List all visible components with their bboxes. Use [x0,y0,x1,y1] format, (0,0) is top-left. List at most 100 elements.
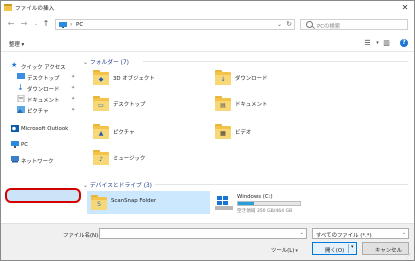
sidebar-item-downloads[interactable]: ↓ ダウンロード ✦ [1,83,81,94]
filename-dropdown-icon[interactable]: ⌄ [300,230,304,236]
pin-icon[interactable]: ✦ [71,74,75,80]
star-icon: ★ [11,61,18,69]
sidebar-item-label: PC [21,142,29,148]
drives-section-header[interactable]: ⌄ デバイスとドライブ (3) [83,180,152,189]
drive-label: Windows (C:) [237,194,273,200]
forward-arrow-icon[interactable]: → [19,19,29,29]
view-options-dropdown-icon[interactable]: ▾ [373,39,382,47]
title-bar: ファイルの挿入 ✕ [1,1,414,15]
filetype-value: すべてのファイル (*.*) [316,233,372,239]
drive-scansnap-folder[interactable]: S ScanSnap Folder [87,191,210,214]
document-icon [17,95,25,102]
pc-selection-highlight [5,188,81,203]
view-options-icon[interactable]: ☰ [363,39,372,47]
sidebar-item-label: デスクトップ [27,76,60,82]
scansnap-folder-icon: S [89,194,109,212]
drive-free-space: 空き領域 350 GB/464 GB [237,209,293,214]
resize-grip-icon[interactable]: ⋰ [407,253,412,259]
folder-label: ドキュメント [235,102,268,108]
pictures-folder-icon: ▲ [91,123,111,141]
pin-icon[interactable]: ✦ [71,96,75,102]
folder-label: ミュージック [113,156,146,162]
pin-icon[interactable]: ✦ [71,107,75,113]
folder-videos[interactable]: ▦ ビデオ [213,123,333,141]
outlook-icon [11,125,19,132]
folder-music[interactable]: ♪ ミュージック [91,149,211,167]
search-placeholder: PCの検索 [317,24,341,30]
pc-icon [59,22,67,28]
sidebar-item-label: ピクチャ [27,109,49,115]
sidebar-item-desktop[interactable]: デスクトップ ✦ [1,72,81,82]
breadcrumb-pc[interactable]: PC [76,22,83,28]
filename-input[interactable]: ⌄ [99,228,307,239]
desktop-icon [17,73,25,79]
close-icon[interactable]: ✕ [399,2,411,14]
tools-label: ツール(L) [271,248,295,254]
sidebar-item-pc[interactable]: PC [1,140,81,150]
organize-button[interactable]: 整理 ▾ [9,40,24,48]
tools-dropdown-icon: ▾ [295,248,298,254]
sidebar-item-label: クイック アクセス [21,65,66,71]
search-box[interactable]: PCの検索 [300,19,408,30]
folder-label: ピクチャ [113,130,135,136]
navigation-bar: ← → ⌄ ↑ › PC ⌄ ↻ PCの検索 [1,15,414,33]
navigation-pane: ★ クイック アクセス デスクトップ ✦ ↓ ダウンロード ✦ ドキュメント ✦… [1,51,81,221]
windows-drive-icon [215,196,233,210]
folders-section-header[interactable]: ⌄ フォルダー (7) [83,57,129,66]
cancel-button[interactable]: キャンセル [362,242,409,255]
folder-pictures[interactable]: ▲ ピクチャ [91,123,211,141]
refresh-icon[interactable]: ↻ [286,20,292,28]
window-title: ファイルの挿入 [15,6,55,12]
sidebar-item-network[interactable]: ネットワーク [1,155,81,165]
cancel-label: キャンセル [375,248,402,254]
3d-objects-icon: ◆ [91,69,111,87]
open-button[interactable]: 開く(O) ▾ [312,242,357,255]
folder-desktop[interactable]: ▭ デスクトップ [91,95,211,113]
folder-label: 3D オブジェクト [113,76,155,82]
collapse-chevron-icon[interactable]: ⌄ [83,60,88,66]
filetype-dropdown-icon[interactable]: ⌄ [402,230,406,236]
pin-icon[interactable]: ✦ [71,85,75,91]
collapse-chevron-icon[interactable]: ⌄ [83,183,88,189]
help-icon[interactable]: ? [400,39,408,47]
desktop-folder-icon: ▭ [91,95,111,113]
download-folder-icon: ↓ [213,69,233,87]
sidebar-item-label: ドキュメント [27,98,60,104]
folder-documents[interactable]: ▤ ドキュメント [213,95,333,113]
file-insert-dialog: ファイルの挿入 ✕ ← → ⌄ ↑ › PC ⌄ ↻ PCの検索 整理 ▾ ☰ … [0,0,415,261]
drive-usage-bar [237,201,301,206]
sidebar-item-label: ネットワーク [21,159,54,165]
download-icon: ↓ [17,83,24,92]
open-label: 開く(O) [325,248,345,254]
folder-label: ビデオ [235,130,252,136]
network-icon [11,156,19,163]
filetype-select[interactable]: すべてのファイル (*.*) ⌄ [312,228,409,239]
folder-label: ダウンロード [235,76,268,82]
drive-windows-c[interactable]: Windows (C:) 空き領域 350 GB/464 GB [213,191,313,217]
videos-folder-icon: ▦ [213,123,233,141]
sidebar-item-quick-access[interactable]: ★ クイック アクセス [1,61,81,72]
up-arrow-icon[interactable]: ↑ [41,19,51,29]
filename-label: ファイル名(N): [63,233,101,239]
music-folder-icon: ♪ [91,149,111,167]
back-arrow-icon[interactable]: ← [6,19,16,29]
sidebar-item-label: ダウンロード [27,87,60,93]
address-bar[interactable]: › PC ⌄ ↻ [55,19,295,30]
pc-icon [11,141,19,148]
content-pane: ⌄ フォルダー (7) ◆ 3D オブジェクト ↓ ダウンロード ▭ デスクトップ… [83,51,414,221]
section-title: デバイスとドライブ (3) [89,183,152,189]
recent-locations-chevron-icon[interactable]: ⌄ [31,19,41,29]
drive-label: ScanSnap Folder [111,198,157,204]
picture-icon [17,106,25,113]
app-icon [4,4,12,11]
folder-3d-objects[interactable]: ◆ 3D オブジェクト [91,69,211,87]
search-icon [306,21,313,28]
sidebar-item-pictures[interactable]: ピクチャ ✦ [1,105,81,115]
address-dropdown-icon[interactable]: ⌄ [277,21,282,28]
sidebar-item-documents[interactable]: ドキュメント ✦ [1,94,81,104]
sidebar-item-outlook[interactable]: Microsoft Outlook [1,124,81,134]
preview-pane-icon[interactable]: ▥ [382,39,391,47]
folder-downloads[interactable]: ↓ ダウンロード [213,69,333,87]
open-dropdown-icon[interactable]: ▾ [351,244,354,250]
tools-menu[interactable]: ツール(L)▾ [271,246,298,254]
